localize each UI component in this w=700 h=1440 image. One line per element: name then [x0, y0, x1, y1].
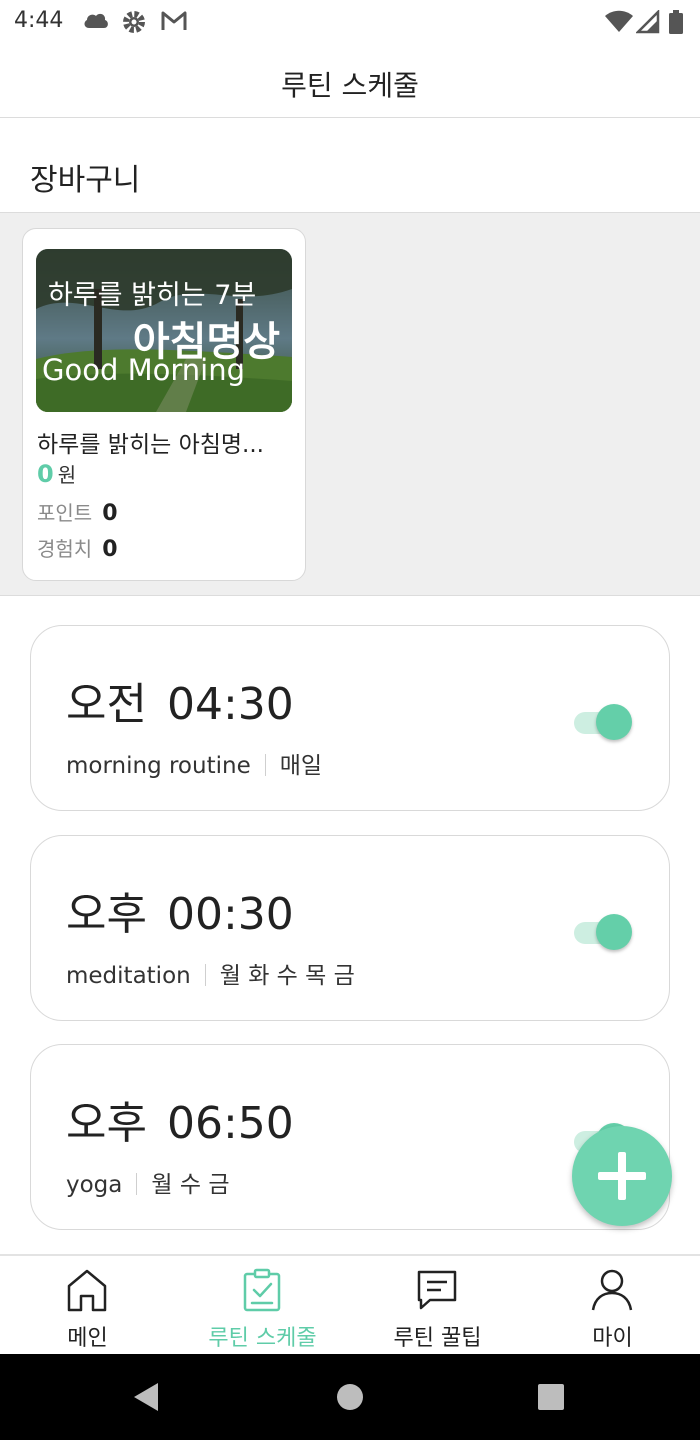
- routine-clock: 04:30: [166, 679, 294, 730]
- cart-item-card[interactable]: 하루를 밝히는 7분 아침명상 Good Morning 하루를 밝히는 아침명…: [22, 228, 306, 581]
- gear-icon: [123, 11, 145, 33]
- routine-clock: 00:30: [166, 889, 294, 940]
- nav-item-routine-tips[interactable]: 루틴 꿀팁: [350, 1256, 525, 1356]
- exp-label: 경험치: [37, 537, 93, 561]
- system-nav-bar: [0, 1354, 700, 1440]
- points-row: 포인트 0: [37, 497, 118, 526]
- routine-card[interactable]: 오후 00:30 meditation 월 화 수 목 금: [30, 835, 670, 1021]
- routine-name: morning routine: [66, 753, 251, 779]
- routine-card[interactable]: 오전 04:30 morning routine 매일: [30, 625, 670, 811]
- routine-details: meditation 월 화 수 목 금: [66, 956, 355, 990]
- thumbnail-caption: Good Morning: [42, 353, 245, 387]
- nav-label: 루틴 꿀팁: [393, 1326, 482, 1351]
- cart-section-title: 장바구니: [30, 163, 141, 198]
- price-row: 0원: [37, 459, 76, 488]
- routine-toggle[interactable]: [574, 702, 632, 742]
- routine-time: 오후 00:30: [66, 878, 294, 942]
- routine-time: 오후 06:50: [66, 1087, 294, 1151]
- product-name: 하루를 밝히는 아침명...: [37, 432, 264, 458]
- cart-area: 하루를 밝히는 7분 아침명상 Good Morning 하루를 밝히는 아침명…: [0, 212, 700, 596]
- status-bar: 4:44: [0, 0, 700, 44]
- routine-details: morning routine 매일: [66, 746, 322, 780]
- exp-value: 0: [102, 537, 118, 562]
- toggle-knob: [596, 704, 632, 740]
- chat-icon: [417, 1270, 457, 1310]
- add-routine-button[interactable]: [572, 1126, 672, 1226]
- exp-row: 경험치 0: [37, 533, 118, 562]
- toggle-knob: [596, 914, 632, 950]
- user-icon: [591, 1269, 633, 1311]
- nav-item-routine-schedule[interactable]: 루틴 스케줄: [175, 1256, 350, 1356]
- app-header: 루틴 스케줄: [0, 44, 700, 118]
- home-icon: [67, 1269, 107, 1312]
- bottom-nav: 메인 루틴 스케줄 루틴 꿀팁 마이: [0, 1254, 700, 1356]
- recents-icon[interactable]: [538, 1384, 564, 1410]
- price-value: 0: [37, 460, 54, 488]
- routine-toggle[interactable]: [574, 912, 632, 952]
- back-icon[interactable]: [132, 1382, 160, 1412]
- cloud-icon: [84, 13, 108, 28]
- nav-item-main[interactable]: 메인: [0, 1256, 175, 1356]
- nav-item-my[interactable]: 마이: [525, 1256, 700, 1356]
- routine-name: yoga: [66, 1172, 123, 1198]
- clipboard-check-icon: [243, 1268, 281, 1312]
- routine-days: 월 수 금: [151, 1172, 230, 1198]
- nav-label: 메인: [67, 1326, 108, 1351]
- points-label: 포인트: [37, 501, 93, 525]
- battery-icon: [669, 10, 683, 34]
- routine-clock: 06:50: [166, 1098, 294, 1149]
- signal-icon: [636, 10, 660, 34]
- thumbnail-subtitle: 하루를 밝히는 7분: [48, 280, 257, 311]
- routine-ampm: 오후: [66, 889, 147, 940]
- routine-name: meditation: [66, 963, 191, 989]
- nav-label: 마이: [592, 1326, 633, 1351]
- price-unit: 원: [57, 463, 77, 487]
- home-button-icon[interactable]: [336, 1383, 364, 1411]
- routine-ampm: 오전: [66, 679, 147, 730]
- gmail-icon: [161, 11, 187, 30]
- page-title: 루틴 스케줄: [281, 69, 419, 102]
- routine-ampm: 오후: [66, 1098, 147, 1149]
- status-time: 4:44: [14, 8, 64, 33]
- routine-time: 오전 04:30: [66, 668, 294, 732]
- divider: [264, 754, 266, 776]
- nav-label: 루틴 스케줄: [208, 1326, 317, 1351]
- plus-icon: [598, 1152, 646, 1200]
- routine-details: yoga 월 수 금: [66, 1165, 230, 1199]
- routine-days: 매일: [279, 753, 323, 779]
- routine-card[interactable]: 오후 06:50 yoga 월 수 금: [30, 1044, 670, 1230]
- routine-days: 월 화 수 목 금: [219, 963, 355, 989]
- points-value: 0: [102, 501, 118, 526]
- wifi-icon: [605, 10, 633, 32]
- divider: [136, 1173, 138, 1195]
- product-thumbnail: 하루를 밝히는 7분 아침명상 Good Morning: [36, 249, 292, 412]
- divider: [204, 964, 206, 986]
